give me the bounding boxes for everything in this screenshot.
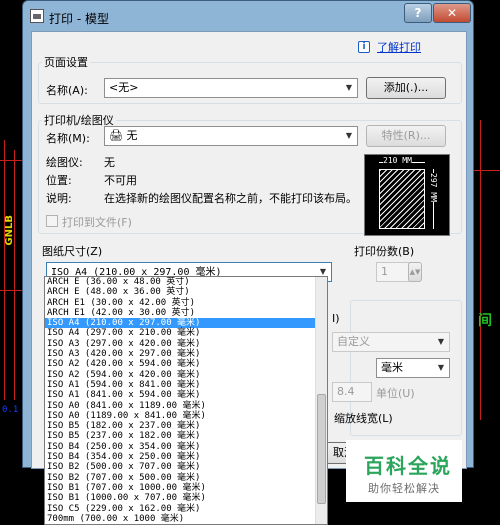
lineweight-label: 缩放线宽(L) [334, 412, 393, 425]
description-label: 说明: [46, 192, 72, 205]
plotter-label: 绘图仪: [46, 156, 83, 169]
window-title: 打印 - 模型 [49, 12, 109, 26]
cad-line [480, 120, 481, 420]
cad-line [0, 160, 22, 161]
paper-size-list: ARCH E (36.00 x 48.00 英寸) ARCH E (48.00 x… [45, 277, 327, 524]
page-setup-title: 页面设置 [42, 54, 90, 70]
printer-icon: 🖨 [109, 129, 123, 142]
paper-size-option[interactable]: ISO B2 (500.00 x 707.00 毫米) [45, 462, 327, 472]
help-button[interactable]: ? [404, 3, 432, 23]
add-button[interactable]: 添加(.)... [366, 77, 446, 99]
paper-preview: 210 MM 297 MM [364, 154, 450, 236]
paper-size-option[interactable]: ISO A2 (594.00 x 420.00 毫米) [45, 370, 327, 380]
paper-size-label: 图纸尺寸(Z) [42, 245, 103, 258]
paper-size-option[interactable]: ISO B4 (354.00 x 250.00 毫米) [45, 452, 327, 462]
printer-name-select[interactable]: 🖨 无 ▼ [104, 126, 358, 146]
paper-size-option[interactable]: ISO A4 (297.00 x 210.00 毫米) [45, 328, 327, 338]
paper-size-option[interactable]: ISO A1 (841.00 x 594.00 毫米) [45, 390, 327, 400]
scale-group-title: I) [332, 312, 340, 325]
paper-size-option[interactable]: ISO A3 (420.00 x 297.00 毫米) [45, 349, 327, 359]
printer-name-label: 名称(M): [46, 132, 90, 145]
watermark-main-text: 百科全说 [364, 454, 452, 478]
chevron-down-icon: ▼ [345, 131, 353, 140]
print-to-file-label: 打印到文件(F) [62, 216, 132, 229]
scrollbar-thumb[interactable] [317, 394, 326, 504]
paper-size-option[interactable]: ARCH E1 (42.00 x 30.00 英寸) [45, 308, 327, 318]
cad-line [474, 170, 500, 171]
page-setup-name-select[interactable]: <无> ▼ [104, 78, 358, 98]
location-label: 位置: [46, 174, 72, 187]
paper-size-option[interactable]: ARCH E1 (30.00 x 42.00 英寸) [45, 298, 327, 308]
page-setup-name-label: 名称(A): [46, 84, 88, 97]
scale-number-input[interactable]: 8.4 [332, 382, 372, 402]
unit-select[interactable]: 毫米 ▼ [376, 358, 450, 378]
cad-label: 0.1 [2, 405, 19, 415]
paper-size-option[interactable]: ISO B1 (1000.00 x 707.00 毫米) [45, 493, 327, 503]
unit-value: 毫米 [381, 361, 403, 374]
cad-label: 间 [478, 313, 492, 329]
chevron-down-icon: ▼ [437, 363, 445, 372]
dropdown-scrollbar[interactable] [315, 277, 327, 524]
watermark-sub-text: 助你轻松解决 [368, 482, 440, 495]
paper-size-option[interactable]: ISO B5 (182.00 x 237.00 毫米) [45, 421, 327, 431]
paper-size-option[interactable]: ISO B4 (250.00 x 354.00 毫米) [45, 442, 327, 452]
paper-size-option[interactable]: ISO A3 (297.00 x 420.00 毫米) [45, 339, 327, 349]
print-icon [30, 9, 44, 23]
paper-size-option[interactable]: ISO B1 (707.00 x 1000.00 毫米) [45, 483, 327, 493]
scale-value: 自定义 [337, 335, 370, 348]
preview-width-label: 210 MM [383, 156, 412, 165]
printer-name-value: 无 [126, 129, 138, 142]
paper-size-option[interactable]: ISO B5 (237.00 x 182.00 毫米) [45, 431, 327, 441]
cad-line [0, 290, 22, 291]
paper-sheet [379, 169, 425, 229]
close-button[interactable]: ✕ [433, 3, 471, 23]
copies-label: 打印份数(B) [354, 245, 415, 258]
preview-height-label: 297 MM [429, 173, 438, 202]
cad-line [14, 150, 15, 400]
paper-size-option[interactable]: ISO A0 (841.00 x 1189.00 毫米) [45, 401, 327, 411]
paper-size-option[interactable]: ISO A2 (420.00 x 594.00 毫米) [45, 359, 327, 369]
learn-printing-link[interactable]: 了解打印 [377, 39, 421, 55]
print-to-file-checkbox[interactable] [46, 215, 58, 227]
paper-size-option[interactable]: ISO C5 (229.00 x 162.00 毫米) [45, 504, 327, 514]
paper-size-dropdown[interactable]: ARCH E (36.00 x 48.00 英寸) ARCH E (48.00 x… [44, 276, 328, 525]
copies-spin-button[interactable]: ▲▼ [408, 262, 422, 282]
paper-size-option[interactable]: ISO A4 (210.00 x 297.00 毫米) [45, 318, 327, 329]
info-icon: i [358, 41, 370, 53]
paper-size-option[interactable]: ISO B2 (707.00 x 500.00 毫米) [45, 473, 327, 483]
unit-label: 单位(U) [376, 387, 415, 400]
paper-size-option[interactable]: ISO A1 (594.00 x 841.00 毫米) [45, 380, 327, 390]
watermark-logo: 百科全说 助你轻松解决 [346, 440, 462, 502]
chevron-down-icon: ▼ [437, 337, 445, 346]
paper-size-option[interactable]: ISO A0 (1189.00 x 841.00 毫米) [45, 411, 327, 421]
page-setup-name-value: <无> [109, 81, 139, 94]
description-value: 在选择新的绘图仪配置名称之前，不能打印该布局。 [104, 192, 357, 205]
chevron-down-icon: ▼ [345, 83, 353, 92]
title-bar[interactable]: 打印 - 模型 ? ✕ [23, 1, 473, 33]
paper-size-option[interactable]: ARCH E (36.00 x 48.00 英寸) [45, 277, 327, 287]
plotter-value: 无 [104, 156, 115, 169]
location-value: 不可用 [104, 174, 137, 187]
cad-label: GNLB [4, 215, 15, 246]
scale-select[interactable]: 自定义 ▼ [332, 332, 450, 352]
paper-size-option[interactable]: 700mm (700.00 x 1000 毫米) [45, 514, 327, 524]
cad-line [4, 140, 5, 400]
properties-button[interactable]: 特性(R)... [366, 125, 446, 147]
paper-size-option[interactable]: ARCH E (48.00 x 36.00 英寸) [45, 287, 327, 297]
